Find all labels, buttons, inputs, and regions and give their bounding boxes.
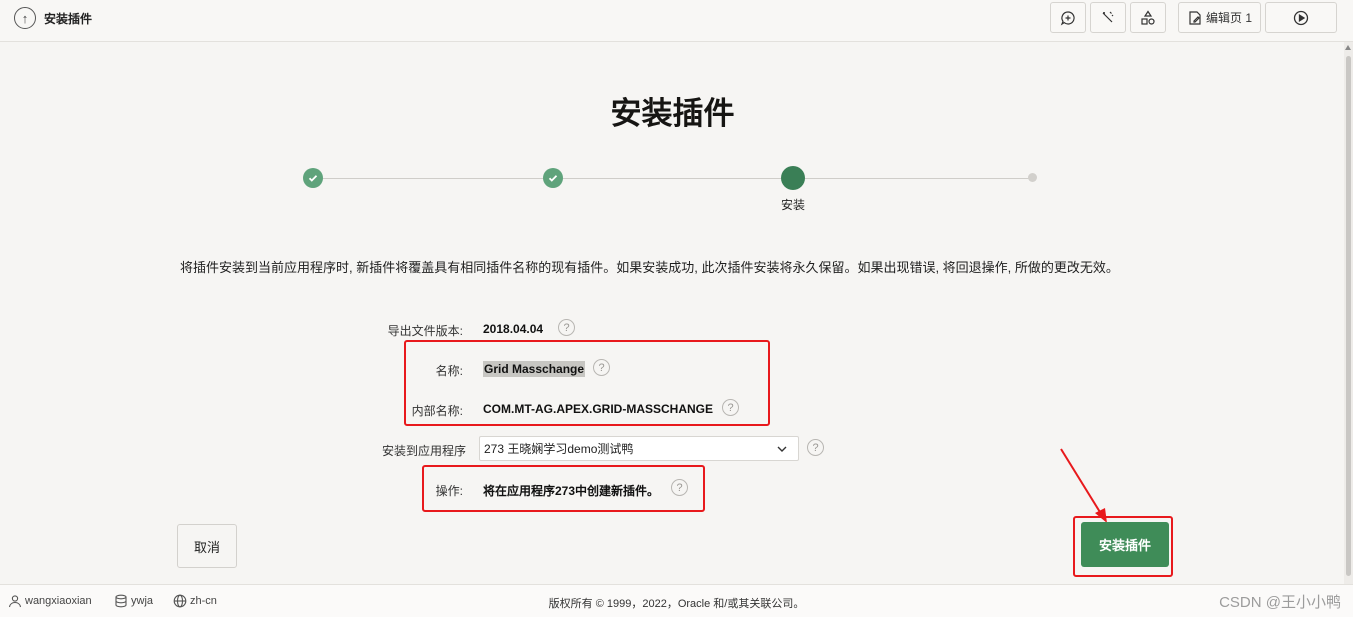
shared-components-button[interactable] — [1130, 2, 1166, 33]
quick-edit-button[interactable] — [1090, 2, 1126, 33]
cancel-button[interactable]: 取消 — [177, 524, 237, 568]
install-description: 将插件安装到当前应用程序时, 新插件将覆盖具有相同插件名称的现有插件。如果安装成… — [180, 260, 1119, 275]
chat-plus-icon — [1060, 10, 1075, 25]
application-select[interactable]: 273 王晓娴学习demo测试鸭 — [479, 436, 799, 461]
wizard-step-4-future — [1028, 173, 1037, 182]
edit-page-button[interactable]: 编辑页 1 — [1178, 2, 1261, 33]
play-icon — [1293, 10, 1309, 25]
check-icon — [308, 175, 318, 182]
shapes-icon — [1141, 9, 1155, 25]
export-version-label: 导出文件版本: — [387, 324, 463, 338]
install-plugin-button[interactable]: 安装插件 — [1081, 522, 1169, 567]
feedback-button[interactable] — [1050, 2, 1086, 33]
footer: wangxiaoxian ywja zh-cn 版权所有 © 1999，2022… — [0, 584, 1353, 617]
top-toolbar: ↑ 安装插件 编辑页 1 — [0, 0, 1353, 42]
help-icon[interactable]: ? — [558, 319, 575, 336]
chevron-down-icon — [777, 446, 787, 452]
arrow-up-icon[interactable]: ↑ — [14, 7, 36, 29]
page-title: 安装插件 — [610, 96, 735, 131]
wizard-step-3-current — [781, 166, 805, 190]
wizard-step-1-done — [303, 168, 323, 188]
wizard-track — [313, 178, 1033, 179]
page-edit-icon — [1189, 10, 1201, 25]
install-to-app-label: 安装到应用程序 — [381, 444, 466, 458]
annotation-box-action — [422, 465, 705, 512]
wizard-current-step-label: 安装 — [780, 198, 805, 212]
csdn-watermark: CSDN @王小小鸭 — [1219, 594, 1341, 611]
annotation-box-name — [404, 340, 770, 426]
edit-page-label: 编辑页 1 — [1205, 11, 1252, 25]
wand-icon — [1102, 11, 1114, 22]
export-version-value: 2018.04.04 — [483, 322, 544, 336]
annotation-arrow-icon — [1060, 448, 1107, 523]
wizard-step-2-done — [543, 168, 563, 188]
scroll-up-icon[interactable] — [1345, 45, 1351, 50]
check-icon — [548, 175, 558, 182]
top-left-group: ↑ 安装插件 — [14, 7, 92, 29]
footer-copyright: 版权所有 © 1999，2022，Oracle 和/或其关联公司。 — [548, 598, 805, 610]
install-to-app-row: 安装到应用程序 273 王晓娴学习demo测试鸭 ? — [0, 436, 1353, 461]
wizard-progress: 安装 — [300, 165, 1045, 215]
dialog-title: 安装插件 — [44, 11, 93, 26]
run-page-button[interactable] — [1265, 2, 1337, 33]
help-icon[interactable]: ? — [807, 439, 824, 456]
application-select-value: 273 王晓娴学习demo测试鸭 — [484, 442, 634, 456]
